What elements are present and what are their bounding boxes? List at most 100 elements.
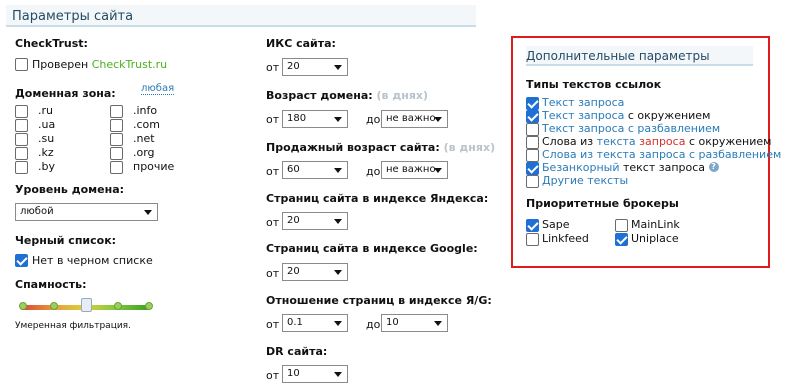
type-label-words-context-b: текста xyxy=(596,135,640,148)
chevron-down-icon xyxy=(334,270,342,275)
broker-label-mainlink[interactable]: MainLink xyxy=(631,218,680,231)
zone-checkbox-ru[interactable] xyxy=(15,105,28,118)
domain-age-to-select[interactable]: не важно xyxy=(381,110,448,128)
type-label-words-context[interactable]: Слова из текста запроса с окружением xyxy=(542,135,771,148)
yandex-pages-from-value: 20 xyxy=(287,215,300,226)
iks-from-select[interactable]: 20 xyxy=(282,58,348,76)
type-checkbox-query-dilution[interactable] xyxy=(526,123,539,136)
zone-checkbox-kz[interactable] xyxy=(15,147,28,160)
zone-checkbox-com[interactable] xyxy=(110,119,123,132)
chevron-down-icon xyxy=(334,65,342,70)
zone-checkbox-org[interactable] xyxy=(110,147,123,160)
link-text-types-label: Типы текстов ссылок xyxy=(526,78,662,91)
zone-checkbox-info[interactable] xyxy=(110,105,123,118)
zone-checkbox-net[interactable] xyxy=(110,133,123,146)
type-checkbox-other[interactable] xyxy=(526,175,539,188)
google-pages-from-label: от xyxy=(266,267,280,280)
type-checkbox-query[interactable] xyxy=(526,97,539,110)
domain-zone-label: Доменная зона: xyxy=(15,87,116,100)
sale-age-from-value: 60 xyxy=(287,164,300,175)
dr-from-select[interactable]: 10 xyxy=(282,365,348,383)
domain-level-select[interactable]: любой xyxy=(15,203,158,221)
checktrust-text: Проверен xyxy=(32,58,92,71)
ratio-to-select[interactable]: 10 xyxy=(381,314,448,332)
domain-age-hint: (в днях) xyxy=(376,89,429,102)
spam-slider-handle[interactable] xyxy=(81,298,92,312)
yandex-pages-label: Страниц сайта в индексе Яндекса: xyxy=(266,192,489,205)
chevron-down-icon xyxy=(434,117,442,122)
broker-checkbox-sape[interactable] xyxy=(526,219,539,232)
broker-label-uniplace[interactable]: Uniplace xyxy=(631,232,679,245)
ratio-label: Отношение страниц в индексе Я/G: xyxy=(266,294,492,307)
domain-age-from-select[interactable]: 180 xyxy=(282,110,348,128)
iks-from-label: от xyxy=(266,61,280,74)
domain-age-from-label: от xyxy=(266,113,280,126)
type-label-words-context-d: с окружением xyxy=(685,135,772,148)
blacklist-label: Черный список: xyxy=(15,234,117,247)
broker-checkbox-uniplace[interactable] xyxy=(615,233,628,246)
zone-checkbox-su[interactable] xyxy=(15,133,28,146)
zone-label-su: .su xyxy=(38,132,55,145)
checktrust-checkbox[interactable] xyxy=(15,58,28,71)
section-header: Параметры сайта xyxy=(6,5,476,27)
type-label-other[interactable]: Другие тексты xyxy=(542,174,628,187)
spam-caption: Умеренная фильтрация. xyxy=(15,321,131,331)
spam-slider-stop xyxy=(114,302,122,310)
sale-age-from-select[interactable]: 60 xyxy=(282,161,348,179)
ratio-to-value: 10 xyxy=(386,317,399,328)
chevron-down-icon xyxy=(334,372,342,377)
domain-age-label: Возраст домена: (в днях) xyxy=(266,89,428,102)
zone-label-info: .info xyxy=(133,104,158,117)
type-checkbox-query-context[interactable] xyxy=(526,110,539,123)
google-pages-from-select[interactable]: 20 xyxy=(282,263,348,281)
type-label-anchorless[interactable]: Безанкорный текст запроса ? xyxy=(542,161,719,174)
type-checkbox-anchorless[interactable] xyxy=(526,162,539,175)
spam-slider-stop xyxy=(19,302,27,310)
broker-label-sape[interactable]: Sape xyxy=(542,218,569,231)
ratio-to-label: до xyxy=(366,318,381,331)
zone-label-com: .com xyxy=(133,118,160,131)
type-label-words-context-c: запроса xyxy=(639,135,686,148)
spam-label: Спамность: xyxy=(15,278,87,291)
sale-age-from-label: от xyxy=(266,165,280,178)
type-checkbox-words-context[interactable] xyxy=(526,136,539,149)
sale-age-hint: (в днях) xyxy=(443,141,496,154)
broker-label-linkfeed[interactable]: Linkfeed xyxy=(542,232,589,245)
zone-label-other: прочие xyxy=(133,160,175,173)
extra-params-header: Дополнительные параметры xyxy=(526,46,753,66)
type-label-anchorless-a: Безанкорный xyxy=(542,161,620,174)
type-label-query-context[interactable]: Текст запроса с окружением xyxy=(542,109,710,122)
iks-from-value: 20 xyxy=(287,61,300,72)
type-label-query-dilution[interactable]: Текст запроса с разбавлением xyxy=(542,122,720,135)
dr-from-value: 10 xyxy=(287,368,300,379)
type-label-words-dilution[interactable]: Слова из текста запроса с разбавлением xyxy=(542,148,781,161)
blacklist-checkbox-label[interactable]: Нет в черном списке xyxy=(32,254,153,267)
yandex-pages-from-label: от xyxy=(266,216,280,229)
ratio-from-value: 0.1 xyxy=(287,317,303,328)
chevron-down-icon xyxy=(334,117,342,122)
broker-checkbox-mainlink[interactable] xyxy=(615,219,628,232)
sale-age-to-select[interactable]: не важно xyxy=(381,161,448,179)
domain-age-to-label: до xyxy=(366,113,381,126)
zone-checkbox-other[interactable] xyxy=(110,161,123,174)
help-icon[interactable]: ? xyxy=(708,162,719,172)
zone-label-ua: .ua xyxy=(38,118,56,131)
zone-label-ru: .ru xyxy=(38,104,53,117)
checktrust-checkbox-label[interactable]: Проверен CheckTrust.ru xyxy=(32,58,167,71)
domain-age-title: Возраст домена: xyxy=(266,89,373,102)
broker-checkbox-linkfeed[interactable] xyxy=(526,233,539,246)
zone-checkbox-ua[interactable] xyxy=(15,119,28,132)
spam-slider-stop xyxy=(145,302,153,310)
domain-zone-any-link[interactable]: любая xyxy=(141,83,175,95)
extra-params-title: Дополнительные параметры xyxy=(526,49,710,63)
sale-age-title: Продажный возраст сайта: xyxy=(266,141,440,154)
ratio-from-select[interactable]: 0.1 xyxy=(282,314,348,332)
domain-age-to-value: не важно xyxy=(386,113,436,124)
iks-label: ИКС сайта: xyxy=(266,37,336,50)
checktrust-link[interactable]: CheckTrust.ru xyxy=(92,58,167,71)
zone-checkbox-by[interactable] xyxy=(15,161,28,174)
type-label-query[interactable]: Текст запроса xyxy=(542,96,624,109)
blacklist-checkbox[interactable] xyxy=(15,254,28,267)
yandex-pages-from-select[interactable]: 20 xyxy=(282,212,348,230)
type-checkbox-words-dilution[interactable] xyxy=(526,149,539,162)
